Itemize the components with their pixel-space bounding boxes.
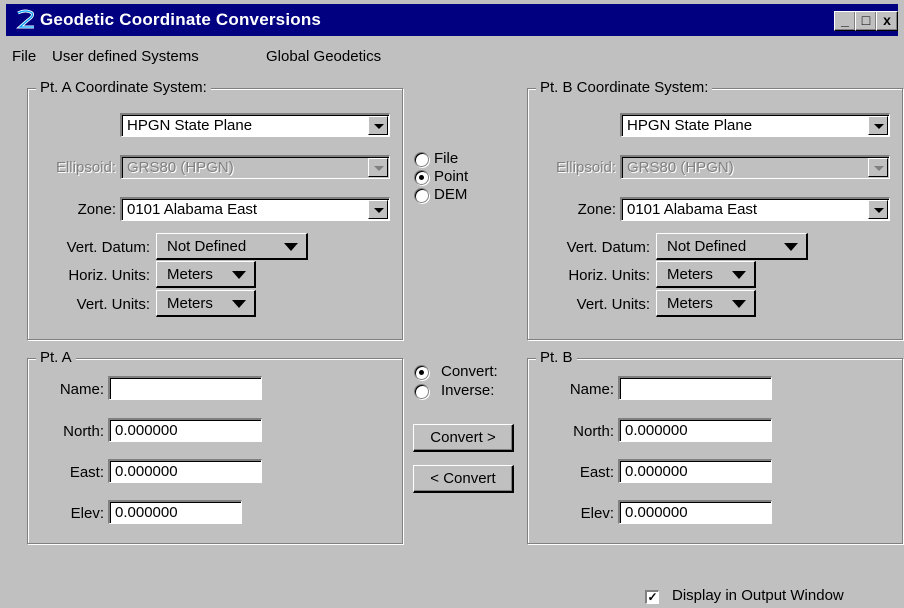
pt-b-coordinate-system-group: Pt. B Coordinate System: HPGN State Plan… — [527, 79, 903, 340]
pt-b-name-label: Name: — [569, 381, 614, 398]
pt-a-ellipsoid-label: Ellipsoid: — [55, 159, 116, 176]
mode-file-radio[interactable] — [414, 152, 429, 167]
mode-dem-label[interactable]: DEM — [434, 186, 467, 203]
pt-b-elev-input[interactable]: 0.000000 — [618, 500, 772, 524]
triangle-down-icon — [732, 271, 746, 279]
pt-a-name-label: Name: — [59, 381, 104, 398]
pt-a-vert-units-option[interactable]: Meters — [156, 290, 256, 317]
pt-b-name-input[interactable] — [618, 376, 772, 400]
pt-a-legend: Pt. A — [36, 349, 76, 366]
pt-a-system-select[interactable]: HPGN State Plane — [120, 113, 390, 137]
app-window: Geodetic Coordinate Conversions _ □ x Fi… — [0, 0, 904, 608]
display-output-label[interactable]: Display in Output Window — [672, 587, 844, 604]
pt-a-east-input[interactable]: 0.000000 — [108, 459, 262, 483]
pt-b-zone-label: Zone: — [577, 201, 616, 218]
pt-a-elev-input[interactable]: 0.000000 — [108, 500, 242, 524]
menu-user-defined-systems[interactable]: User defined Systems — [52, 48, 199, 65]
inverse-radio[interactable] — [414, 384, 429, 399]
chevron-down-icon[interactable] — [368, 200, 388, 219]
pt-a-horiz-units-option[interactable]: Meters — [156, 261, 256, 288]
title-bar[interactable]: Geodetic Coordinate Conversions _ □ x — [6, 4, 898, 36]
pt-a-zone-label: Zone: — [77, 201, 116, 218]
pt-a-system-legend: Pt. A Coordinate System: — [36, 79, 211, 96]
convert-radio[interactable] — [414, 365, 429, 380]
pt-a-vert-units-label: Vert. Units: — [76, 296, 150, 313]
pt-b-vert-units-option[interactable]: Meters — [656, 290, 756, 317]
mode-file-label[interactable]: File — [434, 150, 458, 167]
pt-a-name-input[interactable] — [108, 376, 262, 400]
mode-point-radio[interactable] — [414, 170, 429, 185]
pt-b-ellipsoid-select: GRS80 (HPGN) — [620, 155, 890, 179]
triangle-down-icon — [784, 243, 798, 251]
display-output-checkbox[interactable]: ✓ — [645, 590, 659, 604]
mode-dem-radio[interactable] — [414, 188, 429, 203]
pt-b-east-input[interactable]: 0.000000 — [618, 459, 772, 483]
chevron-down-icon[interactable] — [368, 116, 388, 135]
inverse-radio-label[interactable]: Inverse: — [441, 382, 494, 399]
triangle-down-icon — [284, 243, 298, 251]
menu-file[interactable]: File — [12, 48, 36, 65]
app-logo-icon — [16, 9, 34, 29]
pt-a-zone-select[interactable]: 0101 Alabama East — [120, 197, 390, 221]
pt-a-horiz-units-label: Horiz. Units: — [68, 267, 150, 284]
pt-b-vert-datum-option[interactable]: Not Defined — [656, 233, 808, 260]
pt-b-north-input[interactable]: 0.000000 — [618, 418, 772, 442]
mode-point-label[interactable]: Point — [434, 168, 468, 185]
pt-b-horiz-units-option[interactable]: Meters — [656, 261, 756, 288]
pt-b-vert-units-label: Vert. Units: — [576, 296, 650, 313]
pt-b-vert-datum-label: Vert. Datum: — [566, 239, 650, 256]
pt-a-vert-datum-option[interactable]: Not Defined — [156, 233, 308, 260]
chevron-down-icon — [368, 158, 388, 177]
minimize-button[interactable]: _ — [834, 11, 856, 31]
close-button[interactable]: x — [876, 11, 898, 31]
pt-b-north-label: North: — [573, 423, 614, 440]
pt-a-north-input[interactable]: 0.000000 — [108, 418, 262, 442]
window-title: Geodetic Coordinate Conversions — [40, 10, 322, 29]
menu-global-geodetics[interactable]: Global Geodetics — [266, 48, 381, 65]
pt-b-zone-select[interactable]: 0101 Alabama East — [620, 197, 890, 221]
pt-b-horiz-units-label: Horiz. Units: — [568, 267, 650, 284]
triangle-down-icon — [732, 300, 746, 308]
pt-b-ellipsoid-label: Ellipsoid: — [555, 159, 616, 176]
pt-a-north-label: North: — [63, 423, 104, 440]
chevron-down-icon[interactable] — [868, 200, 888, 219]
pt-a-ellipsoid-select: GRS80 (HPGN) — [120, 155, 390, 179]
pt-b-east-label: East: — [579, 464, 614, 481]
pt-a-east-label: East: — [69, 464, 104, 481]
pt-b-system-select[interactable]: HPGN State Plane — [620, 113, 890, 137]
convert-back-button[interactable]: < Convert — [413, 465, 514, 493]
convert-radio-label[interactable]: Convert: — [441, 363, 498, 380]
pt-b-system-legend: Pt. B Coordinate System: — [536, 79, 713, 96]
pt-a-vert-datum-label: Vert. Datum: — [66, 239, 150, 256]
triangle-down-icon — [232, 271, 246, 279]
chevron-down-icon[interactable] — [868, 116, 888, 135]
chevron-down-icon — [868, 158, 888, 177]
pt-b-legend: Pt. B — [536, 349, 577, 366]
maximize-button[interactable]: □ — [855, 11, 877, 31]
pt-a-group: Pt. A Name: North: 0.000000 East: 0.0000… — [27, 349, 403, 544]
pt-b-elev-label: Elev: — [580, 505, 614, 522]
pt-a-coordinate-system-group: Pt. A Coordinate System: HPGN State Plan… — [27, 79, 403, 340]
triangle-down-icon — [232, 300, 246, 308]
convert-forward-button[interactable]: Convert > — [413, 424, 514, 452]
pt-a-elev-label: Elev: — [70, 505, 104, 522]
pt-b-group: Pt. B Name: North: 0.000000 East: 0.0000… — [527, 349, 903, 544]
